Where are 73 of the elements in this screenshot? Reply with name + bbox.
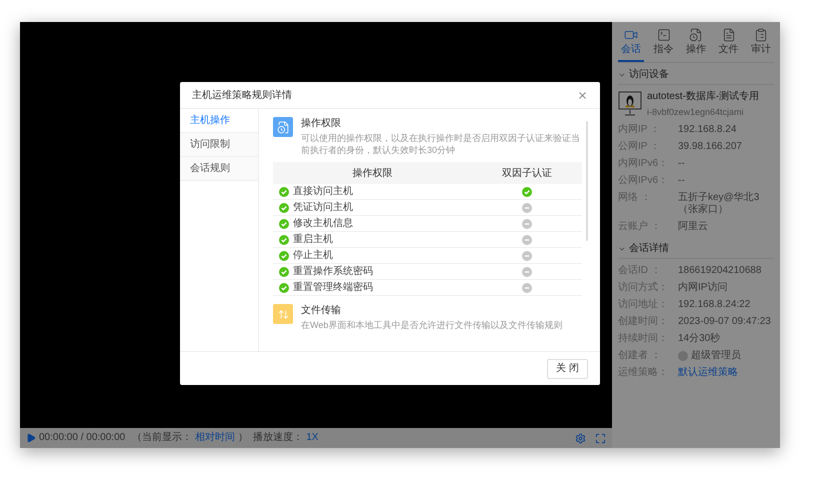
device-id: i-8vbf0zew1egn64tcjami	[647, 107, 745, 118]
field-label: 会话ID ：	[618, 265, 662, 277]
avatar-icon	[678, 351, 688, 361]
section-title: 会话详情	[629, 243, 669, 255]
speed-link[interactable]: 1X	[306, 432, 318, 444]
close-button[interactable]: 关 闭	[547, 358, 588, 378]
play-icon[interactable]	[26, 433, 36, 443]
field-label: 内网IP ：	[618, 124, 662, 136]
field-value: --	[678, 175, 685, 187]
field-label: 持续时间：	[618, 333, 669, 345]
side-tab[interactable]: 操作	[683, 28, 709, 62]
field-label: 云账户 ：	[618, 221, 662, 233]
field-label: 公网IP ：	[618, 141, 662, 153]
side-tab[interactable]: 审计	[748, 28, 774, 62]
field-value: 超级管理员	[691, 350, 741, 362]
field-label: 创建者 ：	[618, 350, 662, 362]
clipboard-icon	[754, 28, 768, 42]
field-label: 访问方式：	[618, 282, 669, 294]
display-end: ）	[238, 432, 248, 444]
field-label: 创建时间：	[618, 316, 669, 328]
field-value: 192.168.8.24	[678, 124, 736, 136]
fullscreen-icon[interactable]	[595, 432, 606, 444]
document-icon	[273, 117, 293, 137]
device-name: autotest-数据库-测试专用	[647, 91, 760, 103]
permission-name: 修改主机信息	[293, 216, 353, 231]
terminal-icon	[656, 28, 670, 42]
field-label: 网络 ：	[618, 192, 652, 204]
linux-monitor-icon	[618, 91, 642, 117]
section-description: 可以使用的操作权限，以及在执行操作时是否启用双因子认证来验证当前执行者的身份，默认失效时长30分钟	[301, 132, 581, 156]
display-label: （当前显示：	[132, 432, 192, 444]
field-value: 186619204210688	[678, 265, 762, 277]
field-value: 39.98.166.207	[678, 141, 742, 153]
permission-name: 直接访问主机	[293, 184, 353, 199]
modal-title: 主机运维策略规则详情	[192, 88, 292, 102]
section-title: 操作权限	[301, 117, 342, 130]
field-label: 运维策略：	[618, 367, 669, 379]
display-mode-link[interactable]: 相对时间	[195, 432, 236, 444]
permission-name: 重置操作系统密码	[293, 264, 373, 279]
nav-item[interactable]: 会话规则	[180, 157, 258, 181]
section-title: 文件传输	[301, 304, 342, 317]
field-value: 内网IP访问	[678, 282, 728, 294]
field-value: 14分30秒	[678, 333, 720, 345]
video-camera-icon	[624, 28, 638, 42]
section-title: 访问设备	[629, 69, 669, 81]
permission-name: 重启主机	[293, 232, 333, 247]
document-icon	[722, 28, 736, 42]
field-label: 公网IPv6：	[618, 175, 670, 187]
field-value: 192.168.8.24:22	[678, 299, 750, 311]
permission-name: 重置管理终端密码	[293, 280, 373, 295]
side-tab[interactable]: 指令	[650, 28, 676, 62]
file-clock-icon	[689, 28, 703, 42]
nav-item[interactable]: 访问限制	[180, 133, 258, 157]
chevron-icon[interactable]	[618, 71, 626, 79]
close-icon[interactable]	[577, 90, 588, 100]
field-value: --	[678, 158, 685, 170]
field-value: 阿里云	[678, 221, 708, 233]
chevron-icon[interactable]	[618, 245, 626, 253]
scrollbar[interactable]	[586, 121, 588, 241]
field-value: 五折子key@华北3（张家口）	[678, 192, 760, 216]
field-value: 2023-09-07 09:47:23	[678, 316, 771, 328]
speed-label: 播放速度：	[253, 432, 304, 444]
side-tab[interactable]: 会话	[618, 28, 644, 62]
permission-name: 停止主机	[293, 248, 333, 263]
column-header: 双因子认证	[501, 166, 553, 180]
section-description: 在Web界面和本地工具中是否允许进行文件传输以及文件传输规则	[301, 319, 562, 331]
column-header: 操作权限	[352, 166, 394, 180]
settings-icon[interactable]	[575, 432, 586, 444]
side-tab[interactable]: 文件	[716, 28, 742, 62]
field-label: 内网IPv6：	[618, 158, 670, 170]
policy-link[interactable]: 默认运维策略	[678, 367, 738, 379]
permission-name: 凭证访问主机	[293, 200, 353, 215]
field-label: 访问地址：	[618, 299, 669, 311]
time-text: 00:00:00 / 00:00:00	[39, 432, 126, 444]
